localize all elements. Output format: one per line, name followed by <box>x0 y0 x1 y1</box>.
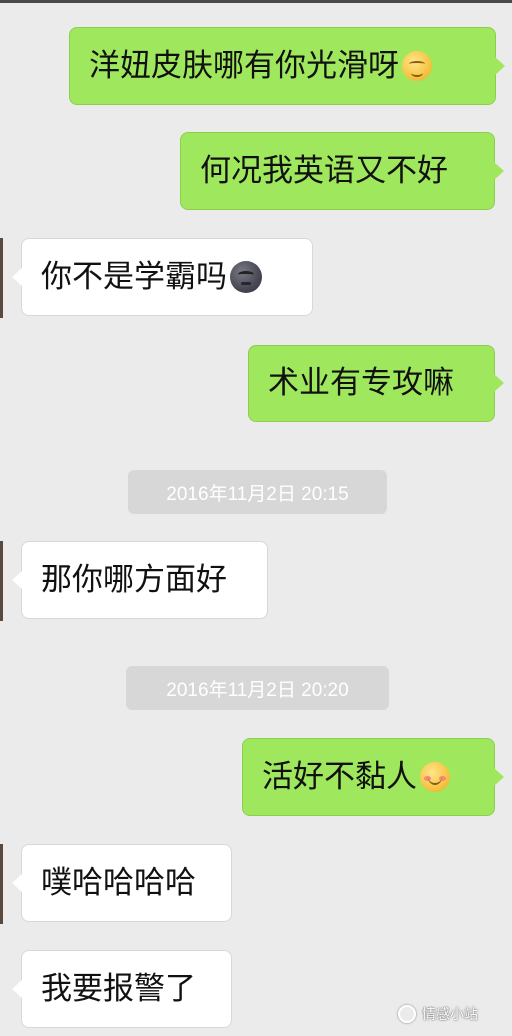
bubble-tail <box>494 768 504 786</box>
message-bubble-outgoing[interactable]: 术业有专攻嘛 <box>248 345 495 422</box>
message-bubble-incoming[interactable]: 噗哈哈哈哈 <box>21 844 232 922</box>
timestamp-text: 2016年11月2日 20:20 <box>166 679 349 701</box>
message-text: 我要报警了 <box>41 970 196 1007</box>
watermark-text: 情感小站 <box>422 1007 478 1023</box>
avatar[interactable] <box>0 238 3 318</box>
message-bubble-outgoing[interactable]: 何况我英语又不好 <box>180 132 495 210</box>
message-bubble-outgoing[interactable]: 活好不黏人 <box>242 738 495 816</box>
bubble-tail <box>495 57 505 75</box>
avatar[interactable] <box>0 541 3 621</box>
message-text: 噗哈哈哈哈 <box>41 864 196 901</box>
timestamp-text: 2016年11月2日 20:15 <box>166 483 349 505</box>
avatar[interactable] <box>0 844 3 924</box>
message-text: 你不是学霸吗 <box>41 258 227 295</box>
message-text: 洋妞皮肤哪有你光滑呀 <box>89 47 399 84</box>
bubble-tail <box>12 571 22 589</box>
message-text: 活好不黏人 <box>262 758 417 795</box>
new-moon-face-emoji <box>230 261 262 293</box>
bubble-tail <box>494 374 504 392</box>
top-edge-line <box>0 0 512 3</box>
message-bubble-incoming[interactable]: 你不是学霸吗 <box>21 238 313 316</box>
bubble-tail <box>12 874 22 892</box>
bubble-tail <box>494 162 504 180</box>
bubble-tail <box>12 980 22 998</box>
message-text: 那你哪方面好 <box>41 561 227 598</box>
message-text: 术业有专攻嘛 <box>268 365 454 401</box>
wechat-channel-icon <box>398 1005 416 1023</box>
message-text: 何况我英语又不好 <box>200 152 448 189</box>
smiling-hand-over-mouth-emoji <box>402 51 432 81</box>
message-bubble-outgoing[interactable]: 洋妞皮肤哪有你光滑呀 <box>69 27 496 105</box>
bubble-tail <box>12 268 22 286</box>
timestamp: 2016年11月2日 20:20 <box>126 666 389 710</box>
message-bubble-incoming[interactable]: 那你哪方面好 <box>21 541 268 619</box>
timestamp: 2016年11月2日 20:15 <box>128 470 387 514</box>
message-bubble-incoming[interactable]: 我要报警了 <box>21 950 232 1028</box>
blushing-smile-emoji <box>420 762 450 792</box>
watermark: 情感小站 <box>398 1000 502 1028</box>
